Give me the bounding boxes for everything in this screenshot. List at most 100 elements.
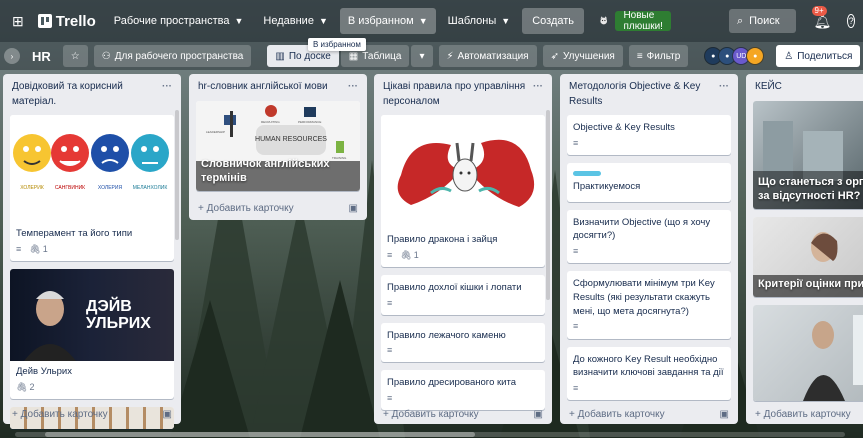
help-icon[interactable]: ? <box>847 14 855 28</box>
add-card-button[interactable]: + Добавить карточку ▣ <box>381 405 545 424</box>
card[interactable]: Objective & Key Results ≡ <box>567 115 731 155</box>
chevron-down-icon: ▼ <box>501 16 511 26</box>
card-title: Визначити Objective (що я хочу досягти?) <box>573 216 711 242</box>
board-view-icon: ▥ <box>275 50 285 62</box>
list-column[interactable]: Довідковий та корисний матеріал. ··· ХОЛЕ… <box>3 74 181 429</box>
board-horizontal-scrollbar[interactable] <box>15 432 845 437</box>
list-column[interactable]: КЕЙС Що станеться з організацією за відс… <box>746 74 863 424</box>
description-icon: ≡ <box>387 297 393 308</box>
list-menu-icon[interactable]: ··· <box>348 80 358 95</box>
list-menu-icon[interactable]: ··· <box>162 80 172 109</box>
table-icon: ▦ <box>348 50 359 62</box>
improvements-button[interactable]: ➶ Улучшения <box>542 45 623 67</box>
card-title: Темперамент та його типи <box>16 228 133 239</box>
workspace-icon: ⚇ <box>101 50 111 62</box>
add-card-button[interactable]: + Добавить карточку ▣ <box>196 199 360 218</box>
card[interactable]: Правило лежачого каменю ≡ <box>381 322 545 363</box>
attachment-icon: 🖇︎ <box>400 249 412 260</box>
template-icon[interactable]: ▣ <box>349 203 358 214</box>
card[interactable]: ХОЛЕРИК САНГВИНИК ХОЛЕРИЯ МЕЛАНХОЛИК Тем… <box>10 115 174 261</box>
list-scrollbar[interactable] <box>175 110 179 240</box>
dragon-rabbit-image <box>397 139 535 207</box>
add-card-button[interactable]: + Добавить карточку ▣ <box>10 405 174 424</box>
notifications-button[interactable]: 🔔︎ 9+ <box>811 5 831 30</box>
card[interactable]: Критерії оцінки при підборі <box>753 216 863 297</box>
scrollbar-thumb[interactable] <box>45 432 475 437</box>
expand-sidebar-icon[interactable]: › <box>4 48 20 64</box>
apps-grid-icon[interactable]: ⊞ <box>8 13 28 30</box>
template-icon[interactable]: ▣ <box>163 409 172 420</box>
starred-menu[interactable]: В избранном ▼ <box>339 8 436 34</box>
board-title[interactable]: HR <box>26 49 57 64</box>
card-title: Що станеться з організацією за відсутнос… <box>758 175 863 203</box>
card[interactable]: Визначити Objective (що я хочу досягти?)… <box>567 209 731 264</box>
card-badges: ≡ <box>381 297 545 315</box>
card[interactable]: До кожного Key Result необхідно визначит… <box>567 346 731 401</box>
card-badges: ≡ <box>381 344 545 362</box>
card-badges: ≡ <box>567 245 731 263</box>
search-input[interactable]: ⌕ Поиск <box>728 9 796 33</box>
card[interactable]: ДЭЙВ УЛЬРИХ Дейв Ульрих 🖇︎ 2 <box>10 268 174 399</box>
card[interactable]: Правило дохлої кішки і лопати ≡ <box>381 274 545 315</box>
card-badges: ≡ <box>567 320 731 338</box>
list-title[interactable]: Цікаві правила про управління персоналом <box>383 80 533 109</box>
card[interactable]: Правило дракона і зайця ≡ 🖇︎ 1 <box>381 115 545 267</box>
attachment-count: 2 <box>29 381 35 392</box>
trello-logo[interactable]: Trello <box>32 13 102 30</box>
face-label: ХОЛЕРИК <box>20 185 44 191</box>
card[interactable]: Сформулювати мінімум три Key Results (як… <box>567 271 731 339</box>
list-title[interactable]: КЕЙС <box>755 80 782 95</box>
list-column[interactable]: Цікаві правила про управління персоналом… <box>374 74 552 424</box>
views-dropdown[interactable]: ▾ <box>411 45 433 67</box>
card[interactable]: Практикуемося <box>567 162 731 202</box>
list-title[interactable]: Методологія Objective & Key Results <box>569 80 719 109</box>
avatar[interactable]: ● <box>746 47 765 65</box>
star-icon: ☆ <box>70 50 80 62</box>
face-label: ХОЛЕРИЯ <box>98 185 123 191</box>
card-badges: ≡ 🖇︎ 1 <box>10 243 174 261</box>
list-column[interactable]: Методологія Objective & Key Results ··· O… <box>560 74 738 424</box>
list-menu-icon[interactable]: ··· <box>533 80 543 109</box>
list-menu-icon[interactable]: ··· <box>719 80 729 109</box>
template-icon[interactable]: ▣ <box>534 409 543 420</box>
cover-heading: HUMAN RESOURCES <box>255 136 327 143</box>
create-button[interactable]: Создать <box>522 8 585 34</box>
card[interactable] <box>753 304 863 401</box>
add-card-button[interactable]: + Добавить карточку <box>753 405 853 424</box>
add-user-icon: ♙ <box>784 50 794 62</box>
chevron-down-icon: ▼ <box>234 16 244 26</box>
filter-button[interactable]: ≡ Фильтр <box>628 45 689 67</box>
list-column[interactable]: hr-словник англійської мови ··· HUMAN RES… <box>189 74 367 220</box>
templates-menu[interactable]: Шаблоны ▼ <box>440 8 519 34</box>
visibility-button[interactable]: ⚇ Для рабочего пространства <box>93 45 252 67</box>
rocket-icon: ➶ <box>550 50 559 62</box>
card[interactable]: Що станеться з організацією за відсутнос… <box>753 100 863 209</box>
card[interactable]: HUMAN RESOURCES LEADERSHIP RECRUITING PE… <box>196 100 360 191</box>
notifications-count-badge: 9+ <box>811 5 827 16</box>
taco-mascot-icon <box>600 16 608 25</box>
share-button[interactable]: ♙ Поделиться <box>776 45 861 67</box>
board-members[interactable]: ● ● UD ● <box>704 47 765 65</box>
promo-badge[interactable]: Новые плюшки! <box>615 10 671 32</box>
template-icon[interactable]: ▣ <box>720 409 729 420</box>
workspaces-menu[interactable]: Рабочие пространства ▼ <box>106 8 252 34</box>
trello-logo-icon <box>37 14 52 28</box>
card-title: Правило дохлої кішки і лопати <box>387 281 522 293</box>
list-scrollbar[interactable] <box>546 110 550 300</box>
automation-button[interactable]: ⚡︎ Автоматизация <box>438 45 537 67</box>
attachment-icon: 🖇︎ <box>16 381 28 392</box>
illustration-label: PERFORMANCE <box>298 120 321 124</box>
recent-menu[interactable]: Недавние ▼ <box>255 8 335 34</box>
list-title[interactable]: Довідковий та корисний матеріал. <box>12 80 162 109</box>
top-navigation-bar: ⊞ Trello Рабочие пространства ▼ Недавние ▼… <box>0 0 863 42</box>
add-card-button[interactable]: + Добавить карточку ▣ <box>567 405 731 424</box>
card-badges: 🖇︎ 2 <box>10 381 174 399</box>
board-header: › HR ☆ ⚇ Для рабочего пространства ▥ По до… <box>0 42 863 70</box>
list-title[interactable]: hr-словник англійської мови <box>198 80 328 95</box>
star-board-button[interactable]: ☆ <box>62 45 88 67</box>
chevron-down-icon: ▼ <box>418 16 428 26</box>
description-icon: ≡ <box>387 393 393 404</box>
cover-title: ДЭЙВ УЛЬРИХ <box>86 297 151 332</box>
person-photo <box>803 314 863 401</box>
card-title: Правило дресированого кита <box>387 377 516 389</box>
